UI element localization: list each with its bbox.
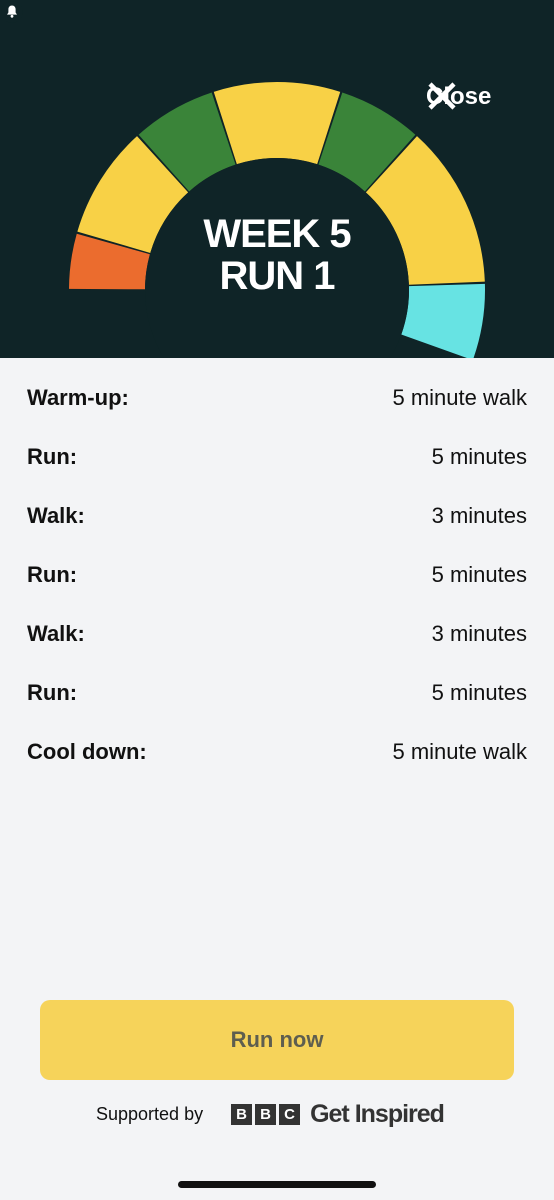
schedule-row: Cool down: 5 minute walk [27,737,527,767]
schedule-value: 5 minute walk [392,739,527,764]
schedule-row: Warm-up: 5 minute walk [27,383,527,413]
segment-run [213,81,341,165]
segment-cooldown [401,283,485,358]
schedule-label: Run: [27,680,78,705]
workout-title: WEEK 5 RUN 1 [177,213,377,297]
bell-icon [1,1,23,23]
schedule-value: 5 minute walk [392,385,527,410]
schedule-row: Walk: 3 minutes [27,619,527,649]
schedule-label: Walk: [27,621,85,646]
bbc-logo-letter: C [279,1103,301,1125]
get-inspired-logo: Get Inspired [310,1099,445,1128]
schedule-value: 5 minutes [431,562,527,587]
sponsor-footer: Supported by B B C Get Inspired [96,1094,445,1134]
title-run: RUN 1 [219,254,335,298]
schedule-label: Run: [27,562,78,587]
bbc-logo: B B C [231,1103,301,1125]
run-now-button[interactable]: Run now [40,1000,514,1080]
close-button[interactable]: Close [426,80,491,114]
schedule-label: Cool down: [27,739,147,764]
schedule-row: Run: 5 minutes [27,560,527,590]
schedule-label: Walk: [27,503,85,528]
schedule-value: 3 minutes [431,503,527,528]
schedule-value: 5 minutes [431,444,527,469]
schedule-value: 5 minutes [431,680,527,705]
schedule-label: Warm-up: [27,385,129,410]
schedule-row: Run: 5 minutes [27,442,527,472]
schedule-value: 3 minutes [431,621,527,646]
schedule-row: Walk: 3 minutes [27,501,527,531]
home-indicator [178,1181,376,1188]
schedule-label: Run: [27,444,78,469]
workout-header: WEEK 5 RUN 1 Close [0,0,554,358]
bbc-logo-letter: B [255,1103,277,1125]
close-icon [428,82,456,110]
bbc-logo-letter: B [231,1103,253,1125]
schedule-row: Run: 5 minutes [27,678,527,708]
title-week: WEEK 5 [203,212,351,256]
supported-by-text: Supported by [96,1103,204,1124]
progress-ring [69,81,485,358]
